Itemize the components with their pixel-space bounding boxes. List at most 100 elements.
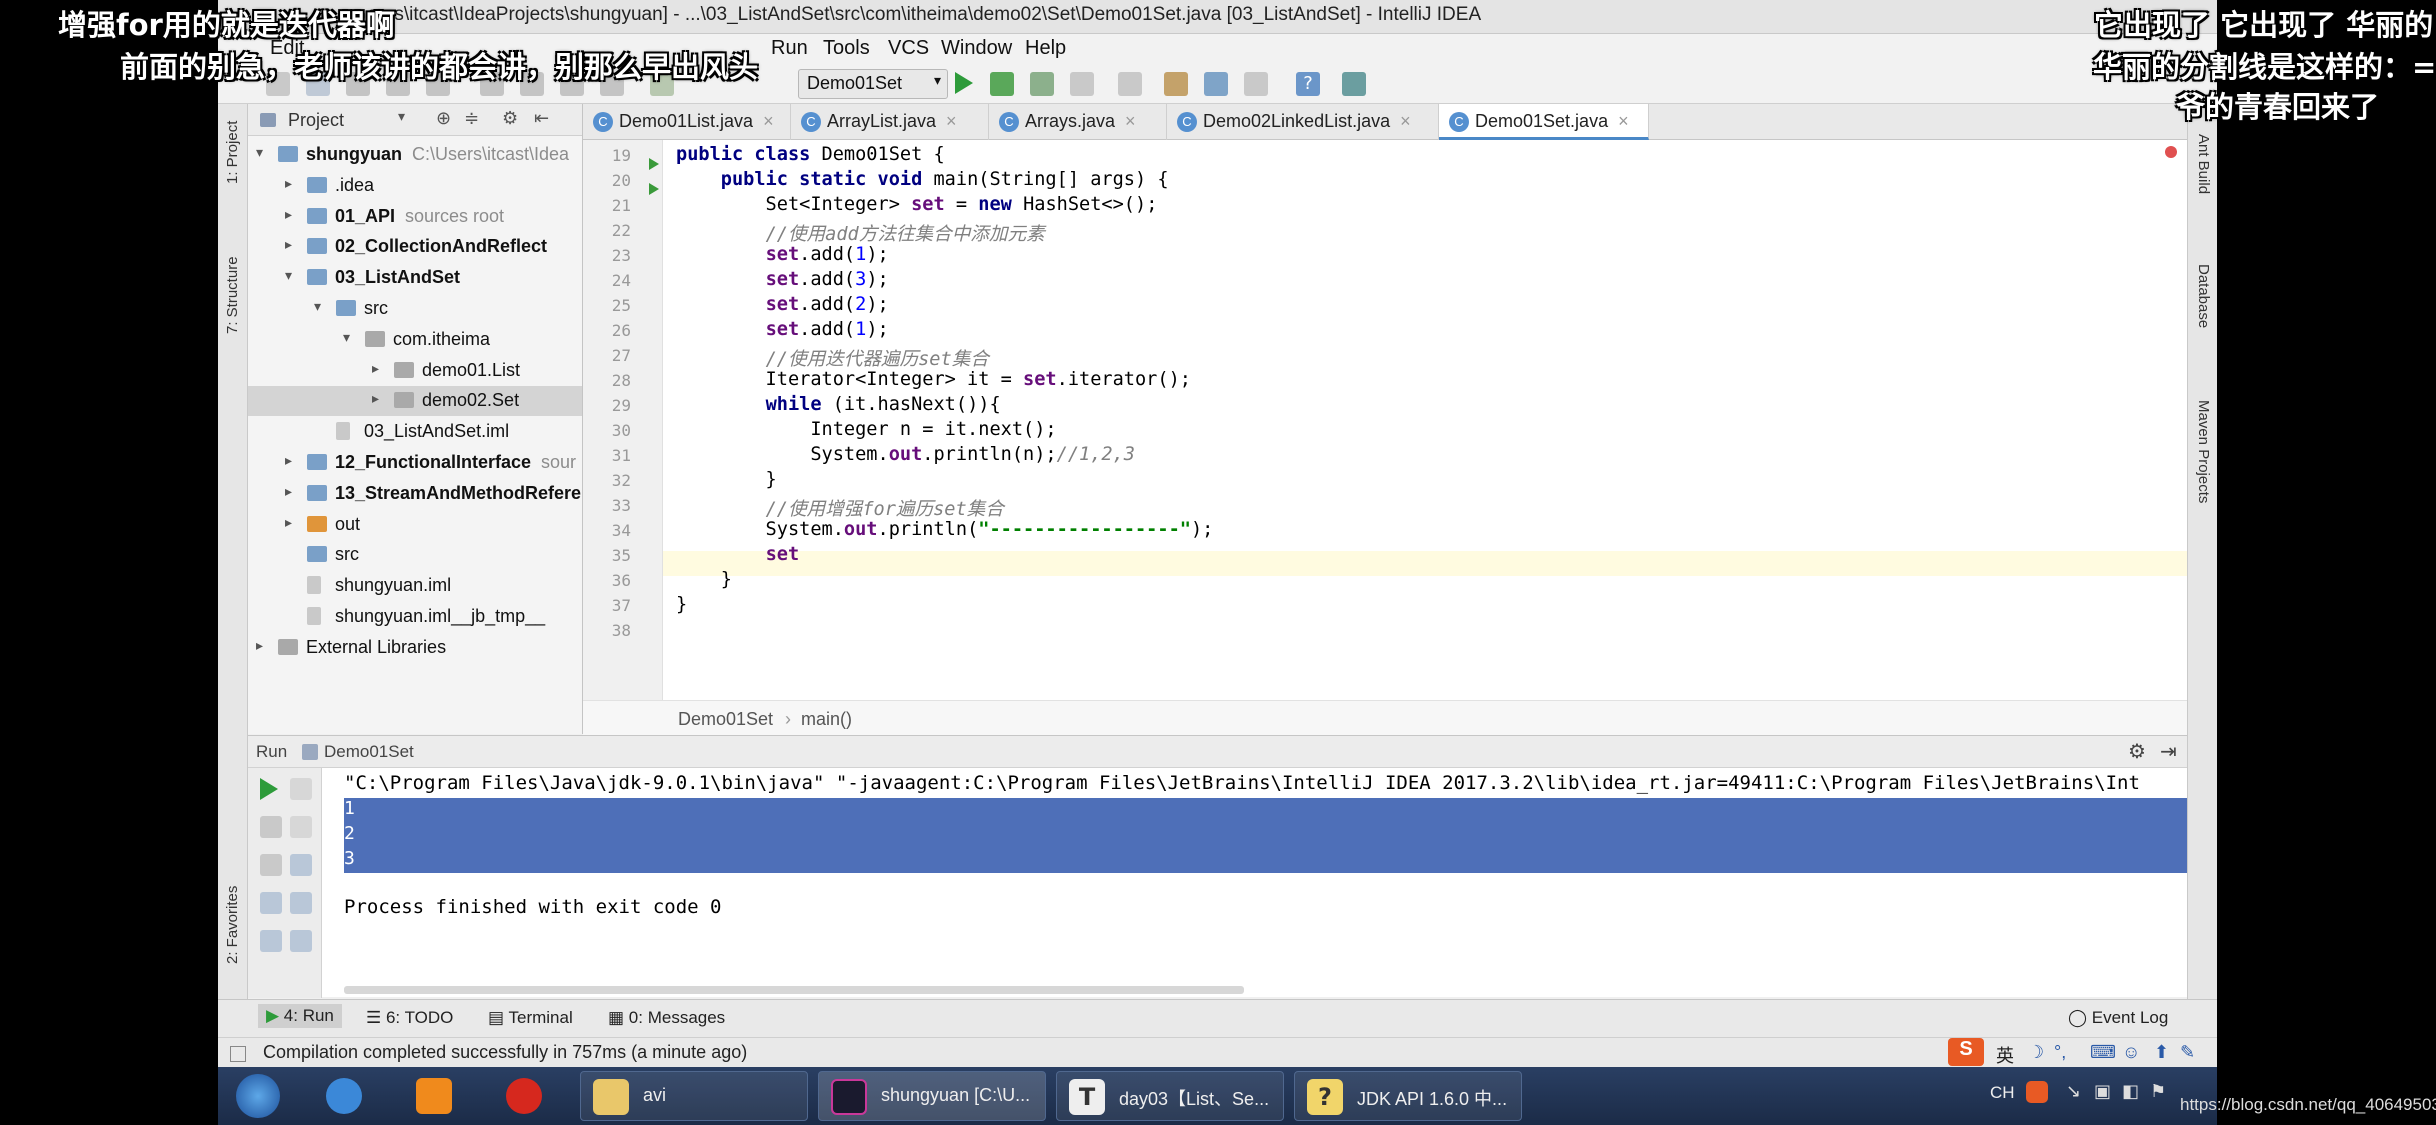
debug-icon[interactable] <box>990 72 1014 96</box>
tree-item[interactable]: ▾ src <box>248 294 582 324</box>
stop-icon[interactable] <box>260 816 282 838</box>
chevron-right-icon[interactable]: ▸ <box>256 637 263 654</box>
favorites-tool-button[interactable]: 2: Favorites <box>224 886 241 964</box>
tree-item[interactable]: ▸ 12_FunctionalInterface sour <box>248 448 582 478</box>
skin-icon[interactable]: ☺ <box>2122 1042 2140 1063</box>
tray-network-icon[interactable]: ▣ <box>2094 1081 2111 1102</box>
keyboard-icon[interactable]: ⌨ <box>2090 1042 2116 1063</box>
run-icon[interactable] <box>955 72 973 94</box>
tree-item[interactable]: ▸ 02_CollectionAndReflect <box>248 232 582 262</box>
chevron-right-icon[interactable]: ▸ <box>285 452 292 469</box>
chevron-right-icon[interactable]: ▸ <box>372 360 379 377</box>
run-class-gutter-icon[interactable] <box>649 158 659 170</box>
todo-tool-tab[interactable]: ☰ 6: TODO <box>366 1008 453 1028</box>
sdk-icon[interactable] <box>1204 72 1228 96</box>
punctuation-icon[interactable]: °, <box>2054 1042 2066 1063</box>
maven-projects-tool-button[interactable]: Maven Projects <box>2195 400 2212 503</box>
close-icon[interactable]: × <box>1125 111 1136 131</box>
chevron-down-icon[interactable]: ▾ <box>343 329 350 346</box>
menu-window[interactable]: Window <box>941 37 1012 60</box>
tree-item[interactable]: ▸ .idea <box>248 171 582 201</box>
sync-icon[interactable]: ⊕ <box>436 108 451 129</box>
ant-build-tool-button[interactable]: Ant Build <box>2195 134 2212 194</box>
tools-icon[interactable]: ✎ <box>2180 1042 2195 1063</box>
gear-icon[interactable]: ⚙ <box>2128 739 2146 764</box>
tree-item[interactable]: ▾ 03_ListAndSet <box>248 263 582 293</box>
tray-flag-icon[interactable]: ⚑ <box>2150 1081 2166 1102</box>
tab-arrays[interactable]: C Arrays.java × <box>989 104 1167 140</box>
structure-tool-button[interactable]: 7: Structure <box>224 256 241 334</box>
project-structure-icon[interactable] <box>1118 72 1142 96</box>
chevron-right-icon[interactable]: ▸ <box>285 206 292 223</box>
tree-item[interactable]: src <box>248 540 582 570</box>
chevron-down-icon[interactable]: ▾ <box>314 298 321 315</box>
toggle-tool-windows-icon[interactable] <box>230 1046 246 1062</box>
close-icon[interactable]: × <box>763 111 774 131</box>
tree-item[interactable]: ▸ demo01.List <box>248 356 582 386</box>
start-button[interactable] <box>232 1071 284 1121</box>
tree-item[interactable]: shungyuan.iml <box>248 571 582 601</box>
breadcrumb-method[interactable]: main() <box>801 709 852 730</box>
language-indicator[interactable]: CH <box>1990 1083 2015 1103</box>
hide-icon[interactable]: ⇤ <box>534 108 549 129</box>
gear-icon[interactable]: ⚙ <box>502 108 518 129</box>
tasks-icon[interactable] <box>1342 72 1366 96</box>
taskbar-folder-avi[interactable]: avi <box>580 1071 808 1121</box>
close-icon[interactable]: × <box>1618 111 1629 131</box>
project-tool-button[interactable]: 1: Project <box>224 121 241 184</box>
chevron-right-icon[interactable]: ▸ <box>285 175 292 192</box>
menu-tools[interactable]: Tools <box>823 37 870 60</box>
stop-icon[interactable] <box>1070 72 1094 96</box>
tab-demo01list[interactable]: C Demo01List.java × <box>583 104 791 140</box>
terminal-tool-tab[interactable]: ▤ Terminal <box>488 1008 573 1028</box>
chevron-down-icon[interactable]: ▾ <box>256 144 263 161</box>
menu-help[interactable]: Help <box>1025 37 1066 60</box>
tree-item[interactable]: ▾ shungyuan C:\Users\itcast\Idea <box>248 140 582 170</box>
coverage-icon[interactable] <box>1030 72 1054 96</box>
taskbar-recorder[interactable] <box>498 1071 550 1121</box>
tree-item[interactable]: ▸ External Libraries <box>248 633 582 663</box>
soft-wrap-icon[interactable] <box>290 854 312 876</box>
code-editor[interactable]: 19 20 21 22 23 24 25 26 27 28 29 30 31 32 33 34 35 36 37 38… <box>583 140 2187 735</box>
collapse-icon[interactable]: ≑ <box>464 108 479 129</box>
menu-run[interactable]: Run <box>771 37 808 60</box>
chevron-right-icon[interactable]: ▸ <box>285 236 292 253</box>
event-log-tool-tab[interactable]: ◯ Event Log <box>2068 1008 2168 1028</box>
chevron-right-icon[interactable]: ▸ <box>285 514 292 531</box>
moon-icon[interactable]: ☽ <box>2028 1042 2044 1063</box>
upload-icon[interactable]: ⬆ <box>2154 1042 2169 1063</box>
up-icon[interactable] <box>290 778 312 800</box>
hide-panel-icon[interactable]: ⇥ <box>2160 739 2177 764</box>
project-view-label[interactable]: Project <box>288 110 344 131</box>
taskbar-jdk-api[interactable]: ? JDK API 1.6.0 中... <box>1294 1071 1522 1121</box>
tray-volume-icon[interactable]: ◧ <box>2122 1081 2139 1102</box>
tree-item[interactable]: ▸ out <box>248 510 582 540</box>
help-icon[interactable]: ? <box>1296 72 1320 96</box>
taskbar-ie[interactable] <box>318 1071 370 1121</box>
tree-item[interactable]: ▸ demo02.Set <box>248 386 582 417</box>
ime-mode-label[interactable]: 英 <box>1996 1042 2014 1068</box>
settings-icon[interactable] <box>1164 72 1188 96</box>
tree-item[interactable]: ▸ 13_StreamAndMethodRefere <box>248 479 582 509</box>
down-icon[interactable] <box>290 816 312 838</box>
chevron-right-icon[interactable]: ▸ <box>285 483 292 500</box>
database-tool-button[interactable]: Database <box>2195 264 2212 328</box>
error-indicator-icon[interactable] <box>2165 146 2177 158</box>
tree-item[interactable]: 03_ListAndSet.iml <box>248 417 582 447</box>
pause-icon[interactable] <box>260 854 282 876</box>
run-config-name[interactable]: Demo01Set <box>324 742 414 762</box>
breadcrumb-class[interactable]: Demo01Set <box>678 709 773 730</box>
tab-demo02linkedlist[interactable]: C Demo02LinkedList.java × <box>1167 104 1439 140</box>
run-main-gutter-icon[interactable] <box>649 183 659 195</box>
sogou-tray-icon[interactable] <box>2026 1081 2048 1103</box>
tab-arraylist[interactable]: C ArrayList.java × <box>791 104 989 140</box>
tree-item[interactable]: ▸ 01_API sources root <box>248 202 582 232</box>
taskbar-vlc[interactable] <box>408 1071 460 1121</box>
chevron-right-icon[interactable]: ▸ <box>372 390 379 407</box>
run-configuration-select[interactable]: Demo01Set ▾ <box>798 69 948 99</box>
dump-threads-icon[interactable] <box>260 892 282 914</box>
print-icon[interactable] <box>290 930 312 952</box>
taskbar-intellij[interactable]: shungyuan [C:\U... <box>818 1071 1046 1121</box>
settings-icon[interactable] <box>260 930 282 952</box>
close-icon[interactable]: × <box>1400 111 1411 131</box>
